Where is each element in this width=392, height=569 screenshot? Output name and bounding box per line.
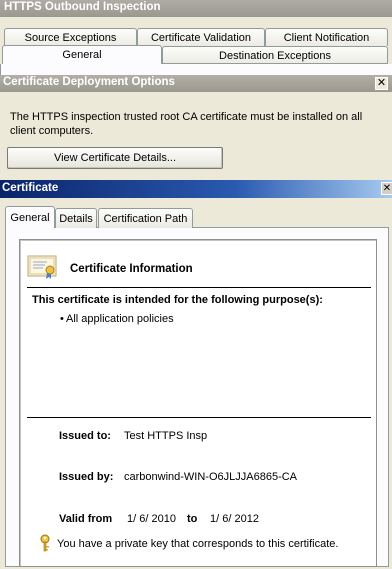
issued-to-value: Test HTTPS Insp xyxy=(124,430,208,442)
cert-tab-certification-path[interactable]: Certification Path xyxy=(98,208,193,228)
purpose-bullet: • xyxy=(60,313,64,325)
private-key-note: You have a private key that corresponds … xyxy=(57,538,339,550)
view-certificate-details-button[interactable]: View Certificate Details... xyxy=(7,147,223,169)
certificate-dialog-title: Certificate xyxy=(0,180,392,198)
cert-tab-general[interactable]: General xyxy=(5,206,55,228)
tab-destination-exceptions[interactable]: Destination Exceptions xyxy=(162,46,388,64)
issue-divider xyxy=(27,417,371,418)
tab-certificate-validation[interactable]: Certificate Validation xyxy=(137,28,265,46)
heading-divider xyxy=(27,287,371,288)
deployment-close-button[interactable]: ✕ xyxy=(375,77,388,90)
certificate-close-button[interactable]: ✕ xyxy=(381,182,392,195)
key-icon xyxy=(39,534,51,555)
issued-by-label: Issued by: xyxy=(59,471,114,483)
valid-to-value: 1/ 6/ 2012 xyxy=(210,513,259,525)
purpose-item: All application policies xyxy=(66,313,174,325)
outer-tab-panel xyxy=(0,64,392,75)
deployment-dialog-title: Certificate Deployment Options xyxy=(0,75,392,92)
certificate-icon xyxy=(27,254,59,283)
purpose-heading: This certificate is intended for the fol… xyxy=(32,294,323,306)
issued-by-value: carbonwind-WIN-O6JLJJA6865-CA xyxy=(124,471,298,483)
certificate-info-heading: Certificate Information xyxy=(70,263,193,275)
valid-from-label: Valid from xyxy=(59,513,113,525)
tab-source-exceptions[interactable]: Source Exceptions xyxy=(4,28,137,46)
deployment-message: The HTTPS inspection trusted root CA cer… xyxy=(10,111,363,137)
outer-window-title: HTTPS Outbound Inspection xyxy=(0,0,392,17)
tab-client-notification[interactable]: Client Notification xyxy=(265,28,388,46)
valid-from-value: 1/ 6/ 2010 xyxy=(127,513,176,525)
issued-to-label: Issued to: xyxy=(59,430,111,442)
cert-tab-details[interactable]: Details xyxy=(55,208,97,228)
tab-general[interactable]: General xyxy=(2,45,162,64)
valid-to-label: to xyxy=(187,513,198,525)
